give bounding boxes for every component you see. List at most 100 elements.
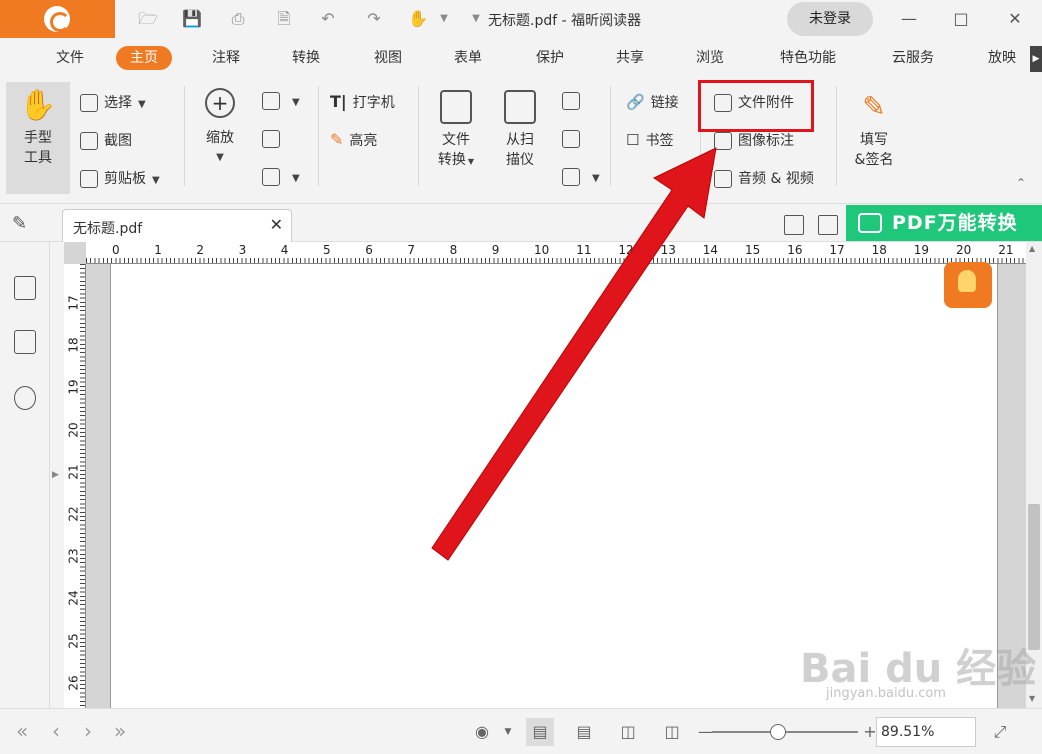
bookmark-button[interactable]: ☐ 书签 <box>626 130 673 150</box>
image-annotation-icon <box>714 132 732 150</box>
page-tools-dropdown-icon[interactable]: ▼ <box>592 173 600 184</box>
undo-icon[interactable]: ↶ <box>316 7 340 31</box>
from-scanner-button[interactable]: 从扫 描仪 <box>496 90 544 170</box>
zoom-slider-knob[interactable] <box>770 724 786 740</box>
screenshot-icon <box>80 132 98 150</box>
tab-slideshow[interactable]: 放映 <box>988 46 1016 70</box>
clipboard-dropdown-icon[interactable]: ▼ <box>152 175 160 186</box>
tab-features[interactable]: 特色功能 <box>780 46 836 70</box>
file-convert-label-2-text: 转换 <box>437 152 466 168</box>
zoom-button[interactable]: + 缩放 ▼ <box>196 88 244 168</box>
fill-sign-button[interactable]: ✎ 填写 &签名 <box>846 90 902 170</box>
redo-icon[interactable]: ↷ <box>362 7 386 31</box>
tab-view[interactable]: 视图 <box>374 46 402 70</box>
switch-view-icon[interactable] <box>818 215 838 235</box>
rotate-button[interactable]: ▼ <box>262 168 300 186</box>
tab-comment[interactable]: 注释 <box>212 46 240 70</box>
blank-page-button[interactable] <box>562 130 586 148</box>
audio-video-button[interactable]: 音频 & 视频 <box>714 168 814 188</box>
scanner-icon <box>504 90 536 124</box>
maximize-icon[interactable]: □ <box>948 6 974 32</box>
hand-icon[interactable]: ✋ <box>406 7 430 31</box>
continuous-facing-view-icon[interactable]: ◫ <box>658 718 686 746</box>
ruler-mark: 9 <box>491 243 500 257</box>
scrollbar-thumb[interactable] <box>1028 504 1040 650</box>
tab-file[interactable]: 文件 <box>56 46 84 70</box>
tab-form[interactable]: 表单 <box>454 46 482 70</box>
zoom-value[interactable]: 89.51% <box>876 717 976 747</box>
lightbulb-tip-icon[interactable] <box>944 262 992 308</box>
highlighter-icon: ✎ <box>330 130 344 149</box>
quick-access-dropdown-icon[interactable]: ▼ <box>432 7 456 31</box>
pdf-convert-label: PDF万能转换 <box>892 212 1018 234</box>
hand-tool-icon: ✋ <box>19 88 57 123</box>
new-file-icon[interactable]: 🗎 <box>272 7 296 31</box>
expand-panel-icon[interactable]: ▶ <box>52 470 59 480</box>
customize-toolbar-icon[interactable]: ▼ <box>464 7 488 31</box>
app-logo[interactable] <box>0 0 115 38</box>
select-button[interactable]: 选择 ▼ <box>80 92 146 112</box>
insert-page-button[interactable] <box>562 92 586 110</box>
fullscreen-icon[interactable]: ⤢ <box>986 718 1014 746</box>
tab-home[interactable]: 主页 <box>116 46 172 70</box>
ruler-mark: 15 <box>745 243 761 257</box>
fit-page-button[interactable]: ▼ <box>262 92 300 110</box>
tab-protect[interactable]: 保护 <box>536 46 564 70</box>
eye-dropdown-icon[interactable]: ▼ <box>500 718 516 746</box>
typewriter-button[interactable]: T| 打字机 <box>330 92 395 112</box>
ruler-mark: 6 <box>365 243 373 257</box>
select-label: 选择 <box>104 95 132 111</box>
screenshot-button[interactable]: 截图 <box>80 130 132 150</box>
single-page-view-icon[interactable]: ▤ <box>526 718 554 746</box>
first-page-icon[interactable]: « <box>16 721 28 741</box>
link-button[interactable]: 🔗 链接 <box>626 92 679 112</box>
zoom-dropdown-icon[interactable]: ▼ <box>196 148 244 168</box>
bookmark-panel-icon[interactable] <box>14 276 36 300</box>
select-dropdown-icon[interactable]: ▼ <box>138 99 146 110</box>
scroll-up-icon[interactable]: ▲ <box>1029 244 1035 253</box>
highlight-button[interactable]: ✎ 高亮 <box>330 130 377 150</box>
rotate-dropdown-icon[interactable]: ▼ <box>292 173 300 184</box>
ribbon-toolbar: ✋ 手型 工具 选择 ▼ 截图 剪贴板 ▼ + 缩放 ▼ ▼ ▼ T| 打字机 ✎ 高亮… <box>0 76 1042 204</box>
hand-tool[interactable]: ✋ 手型 工具 <box>14 88 62 168</box>
collapse-ribbon-icon[interactable]: ⌃ <box>1016 176 1026 190</box>
continuous-view-icon[interactable]: ▤ <box>570 718 598 746</box>
print-icon[interactable]: ⎙ <box>226 7 250 31</box>
pages-panel-icon[interactable] <box>14 330 36 354</box>
tab-browse[interactable]: 浏览 <box>696 46 724 70</box>
tab-cloud[interactable]: 云服务 <box>892 46 934 70</box>
tab-scroll-right-icon[interactable]: ▶ <box>1030 46 1042 72</box>
minimize-icon[interactable]: — <box>896 6 922 32</box>
eye-icon[interactable]: ◉ <box>468 718 496 746</box>
folder-open-icon[interactable]: 🗁 <box>136 7 160 31</box>
save-icon[interactable]: 💾 <box>180 7 204 31</box>
scroll-down-icon[interactable]: ▼ <box>1029 694 1035 703</box>
previous-page-icon[interactable]: ‹ <box>52 721 60 741</box>
comments-panel-icon[interactable] <box>14 386 36 410</box>
ruler-mark: 24 <box>66 590 81 607</box>
text-box-icon <box>262 130 280 148</box>
close-tab-icon[interactable]: ✕ <box>270 215 283 234</box>
pdf-convert-banner[interactable]: PDF万能转换 <box>846 205 1042 241</box>
fit-page-dropdown-icon[interactable]: ▼ <box>292 97 300 108</box>
image-annotation-button[interactable]: 图像标注 <box>714 130 794 150</box>
file-convert-dropdown-icon[interactable]: ▼ <box>468 157 474 166</box>
login-button[interactable]: 未登录 <box>787 2 873 36</box>
grid-view-icon[interactable] <box>784 215 804 235</box>
facing-view-icon[interactable]: ◫ <box>614 718 642 746</box>
eraser-icon[interactable]: ✎ <box>12 213 27 234</box>
close-icon[interactable]: ✕ <box>1002 6 1028 32</box>
page-tools-button[interactable]: ▼ <box>562 168 600 186</box>
text-box-button[interactable] <box>262 130 286 148</box>
tab-share[interactable]: 共享 <box>616 46 644 70</box>
clipboard-button[interactable]: 剪贴板 ▼ <box>80 168 160 188</box>
tab-convert[interactable]: 转换 <box>292 46 320 70</box>
ruler-mark: 25 <box>66 632 81 649</box>
document-tab[interactable]: 无标题.pdf ✕ <box>62 209 292 242</box>
last-page-icon[interactable]: » <box>114 721 126 741</box>
annotation-highlight-box <box>698 80 814 132</box>
next-page-icon[interactable]: › <box>84 721 92 741</box>
left-navigation-panel: ▶ <box>0 242 59 708</box>
file-convert-button[interactable]: 文件 转换 ▼ <box>432 90 480 172</box>
ruler-mark: 26 <box>66 675 81 691</box>
